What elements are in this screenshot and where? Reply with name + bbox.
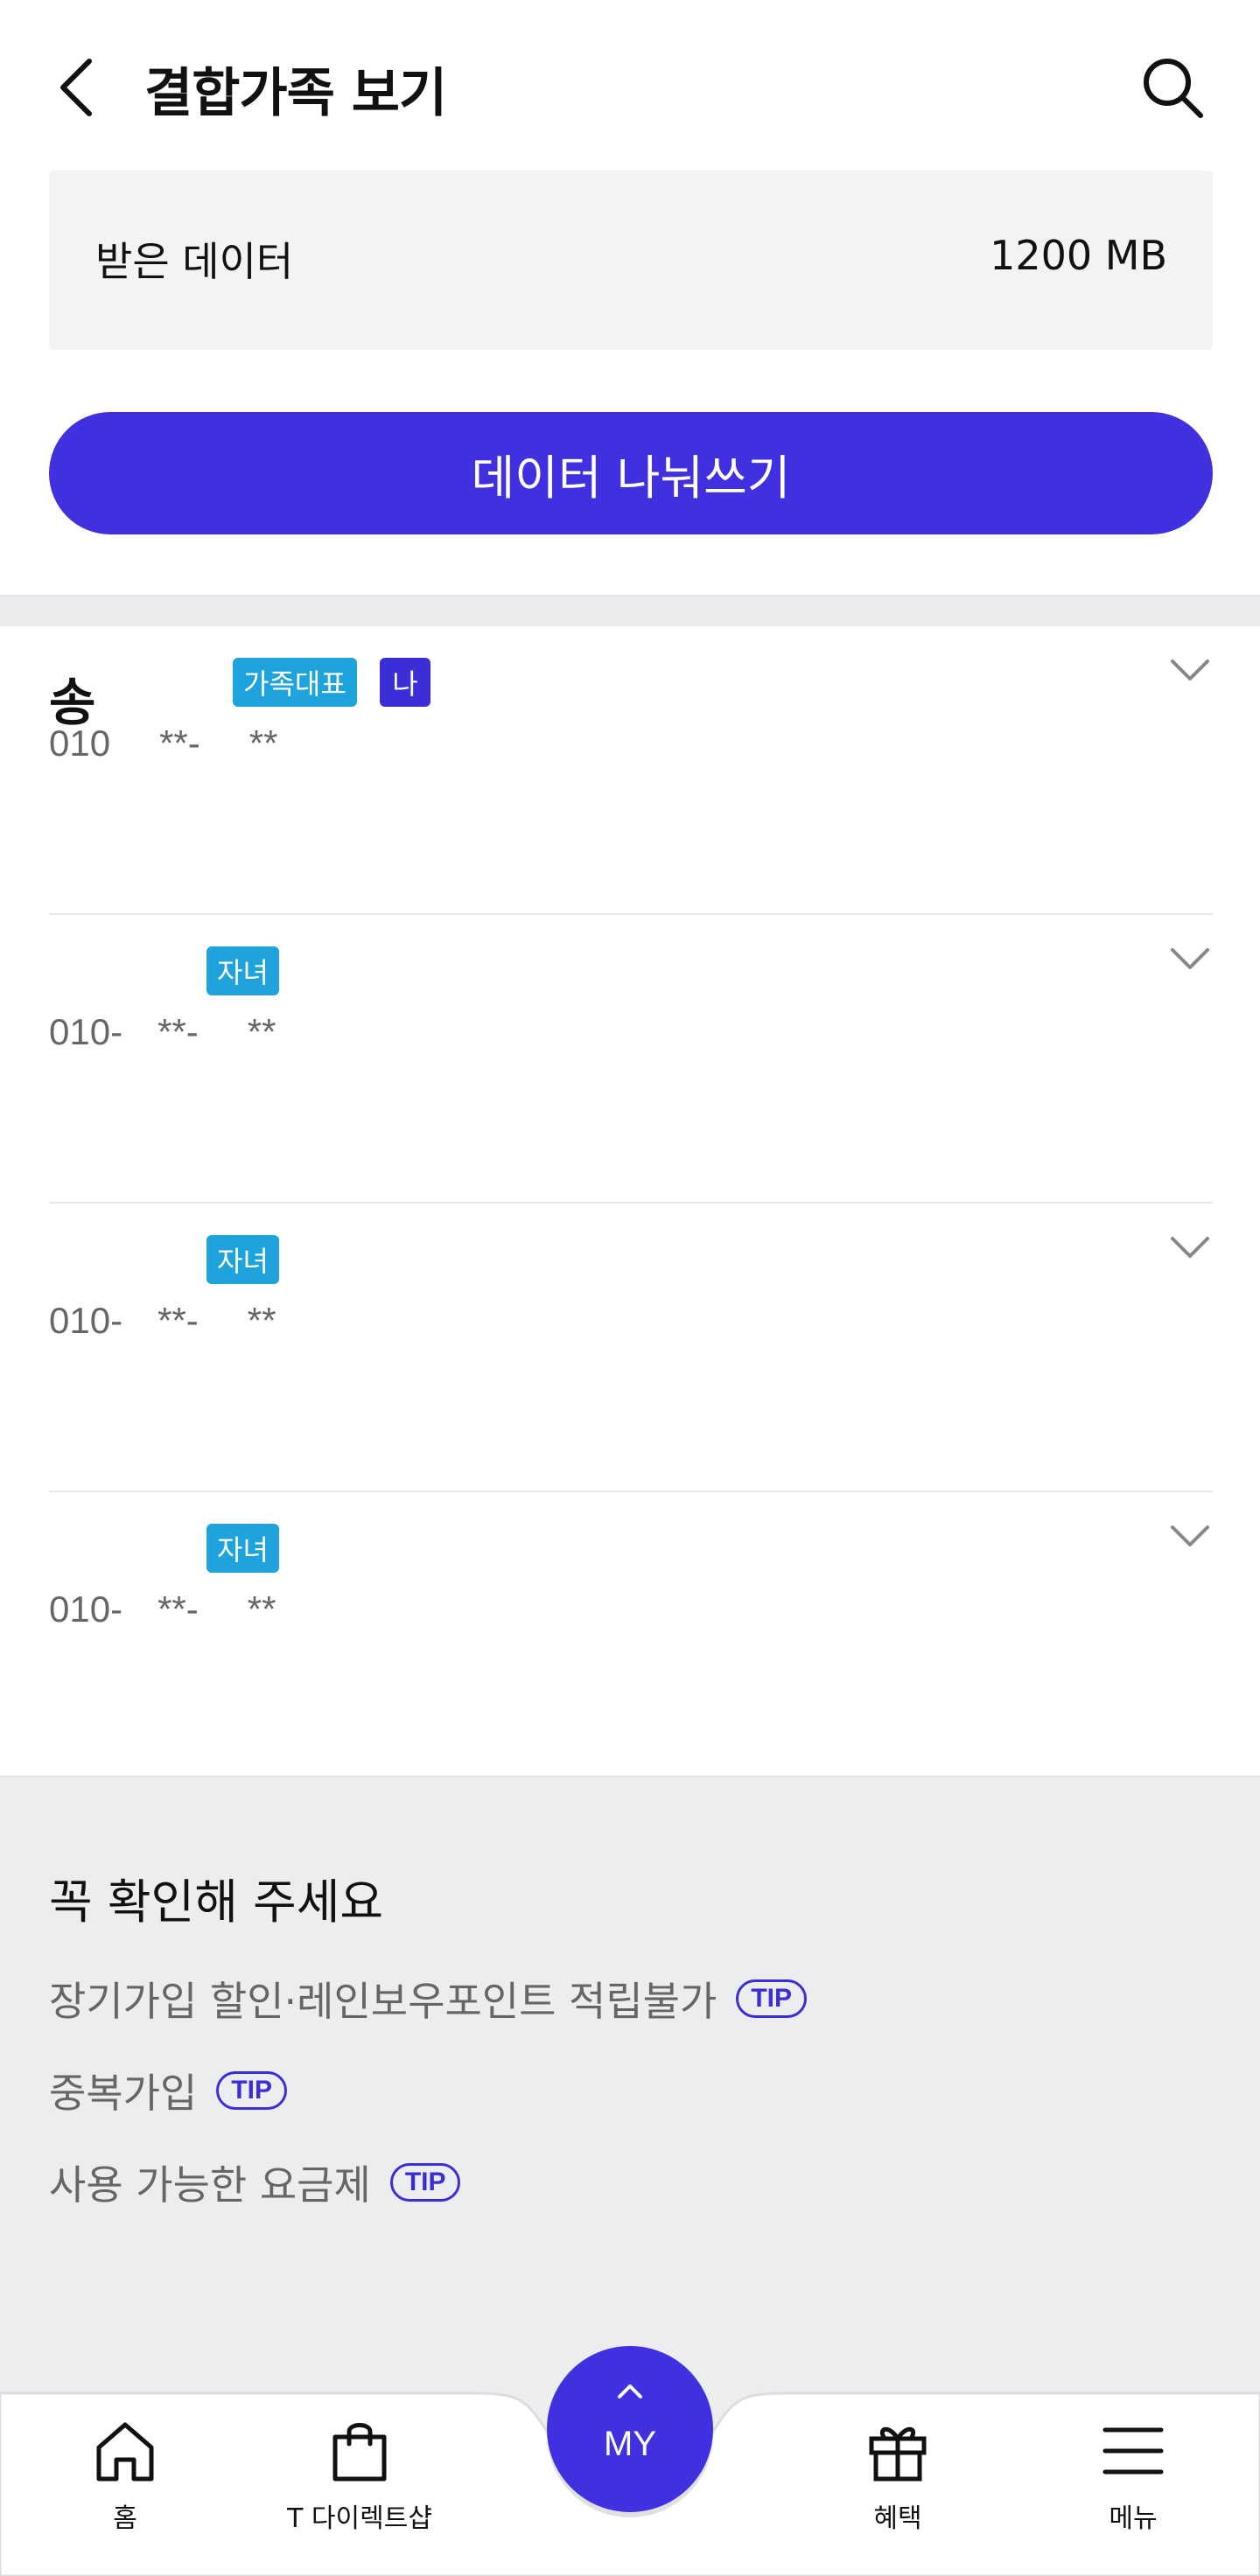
received-data-label: 받은 데이터 [95,238,294,285]
nav-menu-label: 메뉴 [1109,2503,1158,2534]
shopping-bag-icon [332,2423,387,2482]
nav-home-label: 홈 [113,2503,137,2534]
nav-home[interactable]: 홈 [38,2416,213,2535]
chevron-up-icon [547,2381,713,2405]
me-badge: 나 [380,658,430,707]
family-member-item[interactable]: 송 가족대표 나 010 **- ** [49,626,1213,915]
nav-menu[interactable]: 메뉴 [1046,2416,1221,2535]
family-member-item[interactable]: 자녀 010- **- ** [49,1204,1213,1492]
menu-icon [1102,2427,1164,2475]
child-badge: 자녀 [206,1524,279,1573]
child-badge: 자녀 [206,1235,279,1284]
tip-badge[interactable]: TIP [736,1979,807,2018]
bottom-navigation: 홈 T 다이렉트샵 MY 혜택 메뉴 [0,2346,1260,2576]
member-phone: 010- **- ** [49,1300,276,1341]
my-button[interactable]: MY [547,2346,713,2512]
nav-direct-shop[interactable]: T 다이렉트샵 [272,2416,447,2535]
nav-benefits[interactable]: 혜택 [810,2416,985,2535]
my-label: MY [604,2425,656,2463]
chevron-down-icon[interactable] [1167,653,1213,688]
nav-benefits-label: 혜택 [873,2503,922,2534]
notice-item[interactable]: 장기가입 할인·레인보우포인트 적립불가 TIP [49,1970,807,2028]
child-badge: 자녀 [206,946,279,995]
tip-badge[interactable]: TIP [216,2071,287,2110]
received-data-box: 받은 데이터 1200 MB [49,171,1213,350]
member-phone: 010- **- ** [49,1011,276,1052]
notice-item[interactable]: 사용 가능한 요금제 TIP [49,2154,461,2211]
member-phone: 010- **- ** [49,1588,276,1630]
member-phone: 010 **- ** [49,723,278,764]
notice-item[interactable]: 중복가입 TIP [49,2062,287,2119]
tip-badge[interactable]: TIP [389,2163,461,2202]
chevron-left-icon[interactable] [51,52,103,122]
family-representative-badge: 가족대표 [233,658,357,707]
section-divider [0,595,1260,626]
family-member-item[interactable]: 자녀 010- **- ** [49,1492,1213,1781]
nav-direct-shop-label: T 다이렉트샵 [287,2503,432,2534]
home-icon [96,2422,154,2482]
gift-icon [869,2426,927,2482]
family-member-item[interactable]: 자녀 010- **- ** [49,915,1213,1204]
page-title: 결합가족 보기 [144,63,447,124]
chevron-down-icon[interactable] [1167,1518,1213,1553]
notice-title: 꼭 확인해 주세요 [49,1874,384,1930]
chevron-down-icon[interactable] [1167,941,1213,976]
search-icon[interactable] [1138,52,1208,122]
chevron-down-icon[interactable] [1167,1230,1213,1265]
received-data-value: 1200 MB [990,232,1167,279]
share-data-button[interactable]: 데이터 나눠쓰기 [49,412,1213,534]
app-header: 결합가족 보기 [0,0,1260,171]
